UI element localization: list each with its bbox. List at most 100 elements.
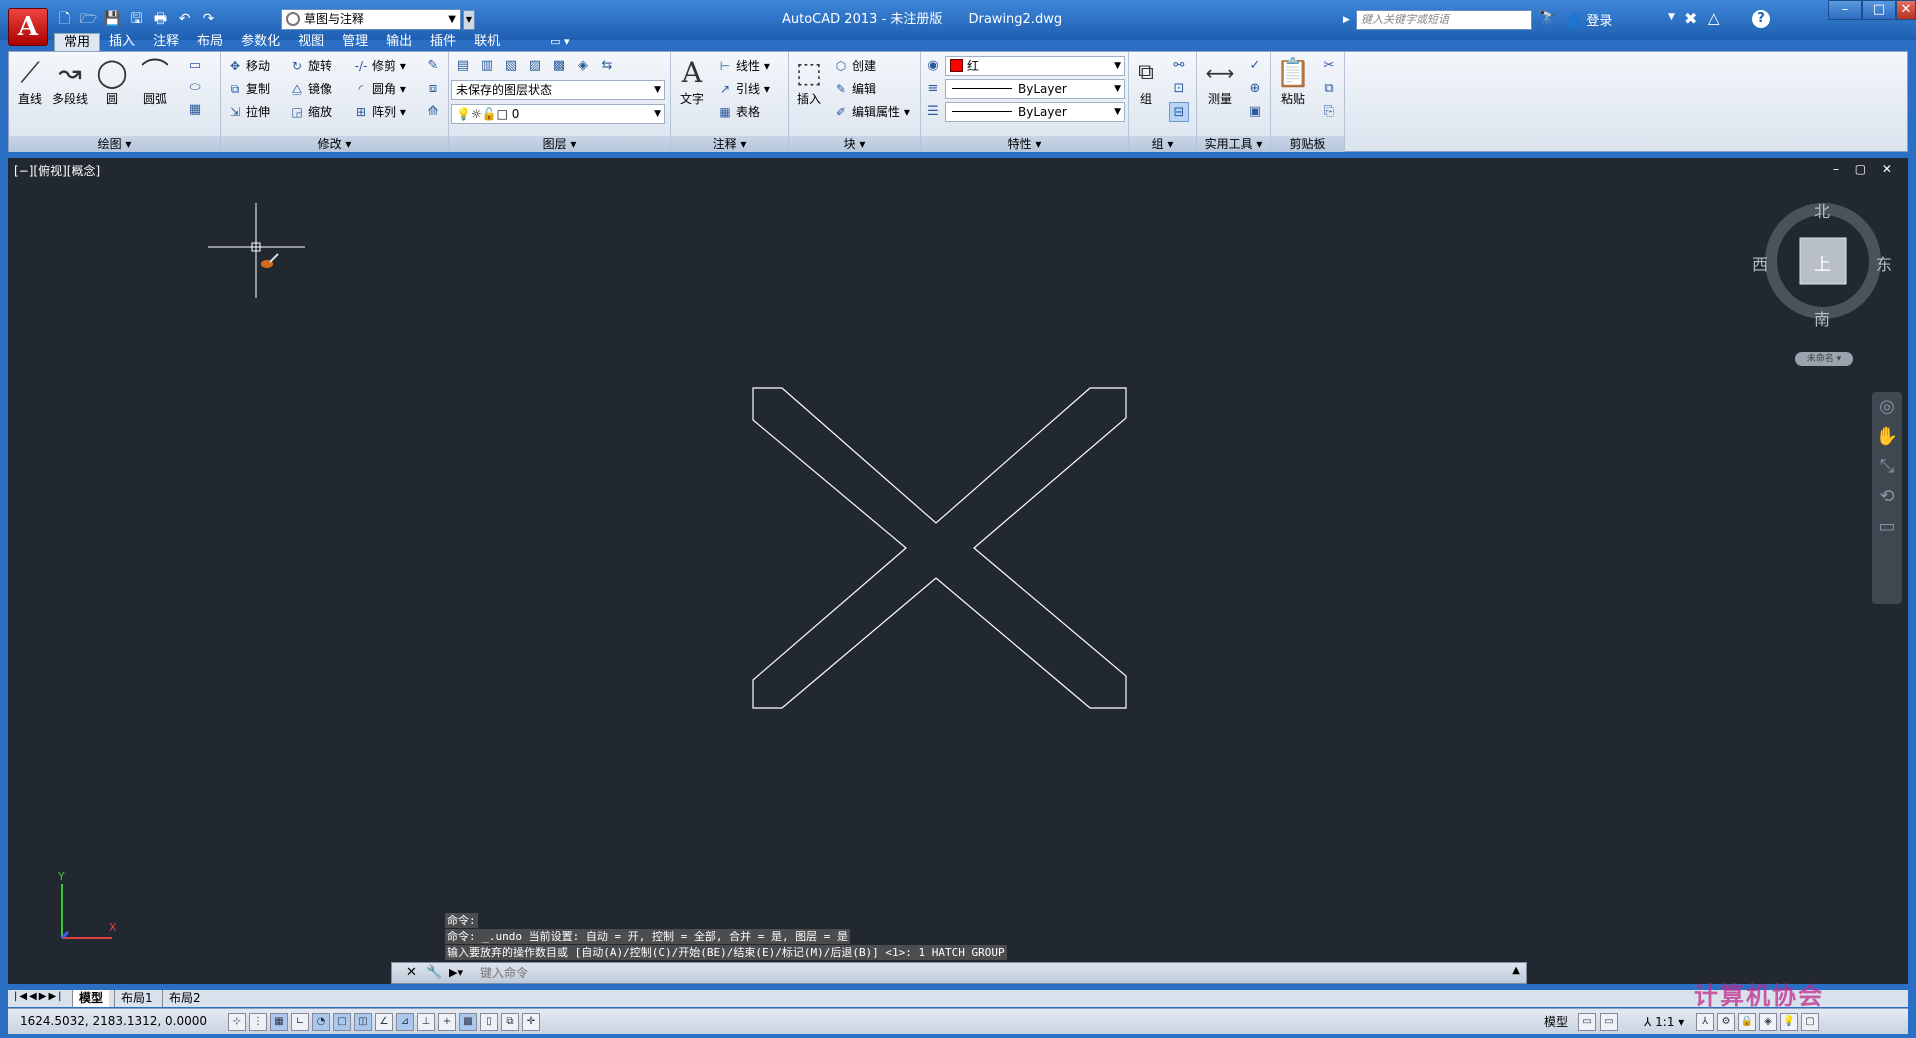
draw-panel-title[interactable]: 绘图 ▾ — [9, 136, 220, 152]
clipboard-panel-title[interactable]: 剪贴板 — [1271, 136, 1344, 152]
lineweight-icon[interactable]: ☰ — [923, 102, 943, 122]
calculator-icon[interactable]: ▣ — [1245, 102, 1265, 122]
match-clip-icon[interactable]: ⎘ — [1319, 102, 1339, 122]
layers-panel-title[interactable]: 图层 ▾ — [449, 136, 670, 152]
annotation-panel-title[interactable]: 注释 ▾ — [671, 136, 788, 152]
quick-properties-icon[interactable]: ▯ — [480, 1013, 498, 1031]
move-button[interactable]: ✥ 移动 — [227, 56, 270, 76]
viewcube-west[interactable]: 西 — [1752, 251, 1768, 275]
plot-icon[interactable]: 🖶 — [150, 9, 171, 30]
layer-walk-icon[interactable]: ⇆ — [597, 56, 617, 76]
paste-button[interactable]: 📋 粘贴 — [1275, 56, 1311, 107]
polyline-button[interactable]: ↝ 多段线 — [49, 56, 91, 107]
quick-view-layouts-icon[interactable]: ▭ — [1578, 1013, 1596, 1031]
tab-manage[interactable]: 管理 — [333, 33, 377, 51]
otrack-icon[interactable]: ∠ — [375, 1013, 393, 1031]
tab-home[interactable]: 常用 — [54, 33, 101, 51]
maximize-button[interactable]: □ — [1862, 0, 1896, 20]
mirror-button[interactable]: ⧋ 镜像 — [289, 79, 332, 99]
edit-block-button[interactable]: ✎ 编辑 — [833, 79, 876, 99]
isolate-objects-icon[interactable]: 💡 — [1780, 1013, 1798, 1031]
new-file-icon[interactable]: 🗋 — [54, 9, 75, 30]
groups-panel-title[interactable]: 组 ▾ — [1129, 136, 1196, 152]
explode-icon[interactable]: ⟰ — [423, 102, 443, 122]
tab-layout[interactable]: 布局 — [188, 33, 232, 51]
create-block-button[interactable]: ⬡ 创建 — [833, 56, 876, 76]
viewcube-south[interactable]: 南 — [1814, 306, 1830, 330]
drawing-area[interactable]: [−][俯视][概念] – ▢ ✕ Y X 北 南 东 西 上 未命名 ▾ ◎ … — [8, 158, 1908, 984]
annotation-monitor-icon[interactable]: ✛ — [522, 1013, 540, 1031]
3dosnap-icon[interactable]: ◫ — [354, 1013, 372, 1031]
lineweight-select[interactable]: ByLayer ▼ — [945, 102, 1125, 122]
search-input[interactable]: 键入关键字或短语 — [1356, 10, 1532, 30]
layout-nav-arrows[interactable]: |◀◀▶▶| — [14, 991, 64, 1002]
workspace-switch-icon[interactable]: ⚙ — [1717, 1013, 1735, 1031]
match-properties-icon[interactable]: ◉ — [923, 56, 943, 76]
layer-state-select[interactable]: 未保存的图层状态 ▼ — [451, 80, 665, 100]
login-button[interactable]: 👤 登录 — [1566, 10, 1612, 29]
offset-icon[interactable]: ⧈ — [423, 79, 443, 99]
measure-button[interactable]: ⟷ 测量 — [1201, 56, 1239, 107]
properties-panel-title[interactable]: 特性 ▾ — [921, 136, 1128, 152]
tab-layout2[interactable]: 布局2 — [162, 990, 207, 1007]
copy-clip-icon[interactable]: ⧉ — [1319, 79, 1339, 99]
copy-button[interactable]: ⧉ 复制 — [227, 79, 270, 99]
binoculars-icon[interactable]: 🔭 — [1538, 10, 1555, 26]
steering-wheel-icon[interactable]: ◎ — [1872, 392, 1902, 422]
layer-match-icon[interactable]: ◈ — [573, 56, 593, 76]
wrench-icon[interactable]: 🔧 — [426, 965, 442, 980]
line-button[interactable]: ⟋ 直线 — [13, 56, 47, 107]
wcs-menu[interactable]: 未命名 ▾ — [1795, 352, 1853, 366]
circle-button[interactable]: ◯ 圆 — [95, 56, 129, 107]
command-prompt-icon[interactable]: ▶▾ — [449, 966, 463, 979]
ducs-icon[interactable]: ⊿ — [396, 1013, 414, 1031]
snap-icon[interactable]: ⋮ — [249, 1013, 267, 1031]
edit-attributes-button[interactable]: ✐ 编辑属性 ▾ — [833, 102, 910, 122]
layer-off-icon[interactable]: ▧ — [501, 56, 521, 76]
viewcube[interactable]: 北 南 东 西 上 — [1752, 196, 1892, 329]
tab-model[interactable]: 模型 — [72, 990, 110, 1007]
help-button[interactable]: ? — [1752, 10, 1770, 28]
pan-icon[interactable]: ✋ — [1872, 422, 1902, 452]
exchange-icon[interactable]: ✖ — [1684, 9, 1697, 28]
close-icon[interactable]: ✕ — [406, 965, 417, 980]
search-expand-icon[interactable]: ▶ — [1343, 10, 1355, 30]
hardware-accel-icon[interactable]: ◈ — [1759, 1013, 1777, 1031]
viewcube-top-face[interactable]: 上 — [1814, 250, 1831, 275]
osnap-icon[interactable]: □ — [333, 1013, 351, 1031]
insert-button[interactable]: ⬚ 插入 — [791, 56, 827, 107]
arc-button[interactable]: ⌒ 圆弧 — [135, 56, 175, 107]
layer-isolate-icon[interactable]: ▥ — [477, 56, 497, 76]
redo-icon[interactable]: ↷ — [198, 9, 219, 30]
ungroup-icon[interactable]: ⚯ — [1169, 56, 1189, 76]
selection-cycling-icon[interactable]: ⧉ — [501, 1013, 519, 1031]
viewcube-north[interactable]: 北 — [1814, 198, 1830, 222]
select-similar-icon[interactable]: ⊕ — [1245, 79, 1265, 99]
minimize-button[interactable]: – — [1828, 0, 1862, 20]
scale-button[interactable]: ◲ 缩放 — [289, 102, 332, 122]
utilities-panel-title[interactable]: 实用工具 ▾ — [1197, 136, 1270, 152]
zoom-icon[interactable]: ⤡ — [1872, 452, 1902, 482]
block-panel-title[interactable]: 块 ▾ — [789, 136, 920, 152]
layer-freeze-icon[interactable]: ▨ — [525, 56, 545, 76]
chevron-down-icon[interactable]: ▼ — [1668, 12, 1675, 22]
transparency-icon[interactable]: ▩ — [459, 1013, 477, 1031]
workspace-selector[interactable]: 草图与注释 ▼ — [281, 9, 461, 30]
quick-view-drawings-icon[interactable]: ▭ — [1600, 1013, 1618, 1031]
tab-parametric[interactable]: 参数化 — [232, 33, 289, 51]
ellipse-icon[interactable]: ⬭ — [185, 78, 205, 98]
hatch-icon[interactable]: ▦ — [185, 100, 205, 120]
open-file-icon[interactable]: 🗁 — [78, 9, 99, 30]
tab-online[interactable]: 联机 — [465, 33, 509, 51]
rectangle-icon[interactable]: ▭ — [185, 56, 205, 76]
annotation-scale[interactable]: ⅄ 1:1 ▾ — [1644, 1013, 1684, 1031]
lineweight-toggle-icon[interactable]: + — [438, 1013, 456, 1031]
coordinate-display[interactable]: 1624.5032, 2183.1312, 0.0000 — [20, 1014, 207, 1028]
showmotion-icon[interactable]: ▭ — [1872, 512, 1902, 542]
linetype-icon[interactable]: ≡ — [923, 79, 943, 99]
undo-icon[interactable]: ↶ — [174, 9, 195, 30]
autodesk-360-icon[interactable]: △ — [1708, 9, 1720, 27]
group-button[interactable]: ⧉ 组 — [1131, 56, 1161, 107]
ribbon-minimize-icon[interactable]: ▭ ▾ — [541, 33, 578, 51]
current-layer-select[interactable]: 💡☼🔓□ 0 ▼ — [451, 104, 665, 124]
